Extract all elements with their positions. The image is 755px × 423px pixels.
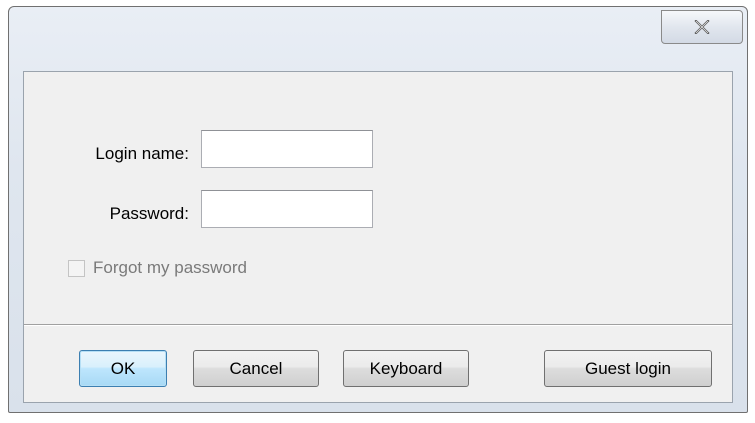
close-button[interactable] xyxy=(661,10,743,44)
password-input[interactable] xyxy=(201,190,373,228)
login-dialog: Login name: Password: Forgot my password… xyxy=(8,6,748,413)
keyboard-button-label: Keyboard xyxy=(369,358,443,378)
dialog-content: Login name: Password: Forgot my password… xyxy=(23,71,733,403)
cancel-button[interactable]: Cancel xyxy=(193,350,319,387)
ok-button[interactable]: OK xyxy=(79,350,167,387)
login-form: Login name: Password: Forgot my password xyxy=(24,72,732,324)
separator xyxy=(24,324,732,326)
login-name-input[interactable] xyxy=(201,130,373,168)
title-bar[interactable] xyxy=(9,7,747,67)
password-label: Password: xyxy=(109,204,189,223)
guest-login-button-label: Guest login xyxy=(585,358,671,378)
forgot-password-checkbox[interactable] xyxy=(68,259,85,277)
login-name-label: Login name: xyxy=(95,144,189,163)
close-icon xyxy=(694,20,710,34)
forgot-password-option[interactable]: Forgot my password xyxy=(68,258,247,278)
forgot-password-label: Forgot my password xyxy=(93,258,247,277)
keyboard-button[interactable]: Keyboard xyxy=(343,350,469,387)
ok-button-label: OK xyxy=(110,358,136,378)
guest-login-button[interactable]: Guest login xyxy=(544,350,712,387)
cancel-button-label: Cancel xyxy=(229,358,283,378)
